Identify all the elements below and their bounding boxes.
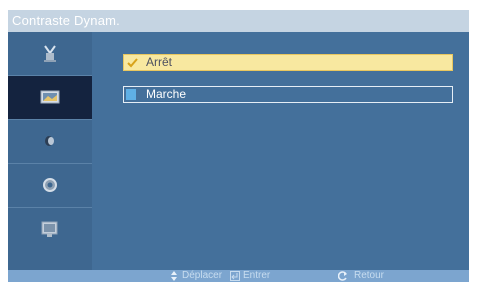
menu-title: Contraste Dynam. [12, 13, 120, 28]
sidebar-item-setup[interactable] [8, 164, 92, 208]
sidebar-item-picture[interactable] [8, 76, 92, 120]
return-hint: Retour [354, 270, 385, 281]
enter-hint: Entrer [243, 270, 271, 281]
options-panel: Arrêt Marche [92, 32, 469, 270]
option-label: Marche [146, 87, 187, 101]
picture-icon [40, 90, 60, 104]
title-bar: Contraste Dynam. [8, 10, 469, 32]
option-marche[interactable]: Marche [123, 86, 453, 103]
antenna-icon [44, 45, 56, 62]
sidebar-item-input[interactable] [8, 208, 92, 252]
move-arrows-icon [171, 271, 177, 281]
option-label: Arrêt [146, 55, 173, 69]
checkmark-icon [127, 58, 138, 68]
sidebar-item-antenna[interactable] [8, 32, 92, 76]
setup-icon [43, 178, 57, 192]
sidebar-item-sound[interactable] [8, 120, 92, 164]
radio-square-icon [126, 89, 136, 100]
sidebar [8, 32, 92, 270]
return-icon [338, 271, 347, 281]
option-arret[interactable]: Arrêt [123, 54, 453, 71]
osd-window: Contraste Dynam. Arrêt Marche Déplacer E… [8, 10, 469, 282]
footer-hints: Déplacer Entrer Retour [8, 270, 469, 282]
move-hint: Déplacer [182, 270, 223, 281]
sound-icon [45, 136, 54, 146]
enter-icon [230, 271, 240, 281]
input-icon [41, 221, 58, 237]
